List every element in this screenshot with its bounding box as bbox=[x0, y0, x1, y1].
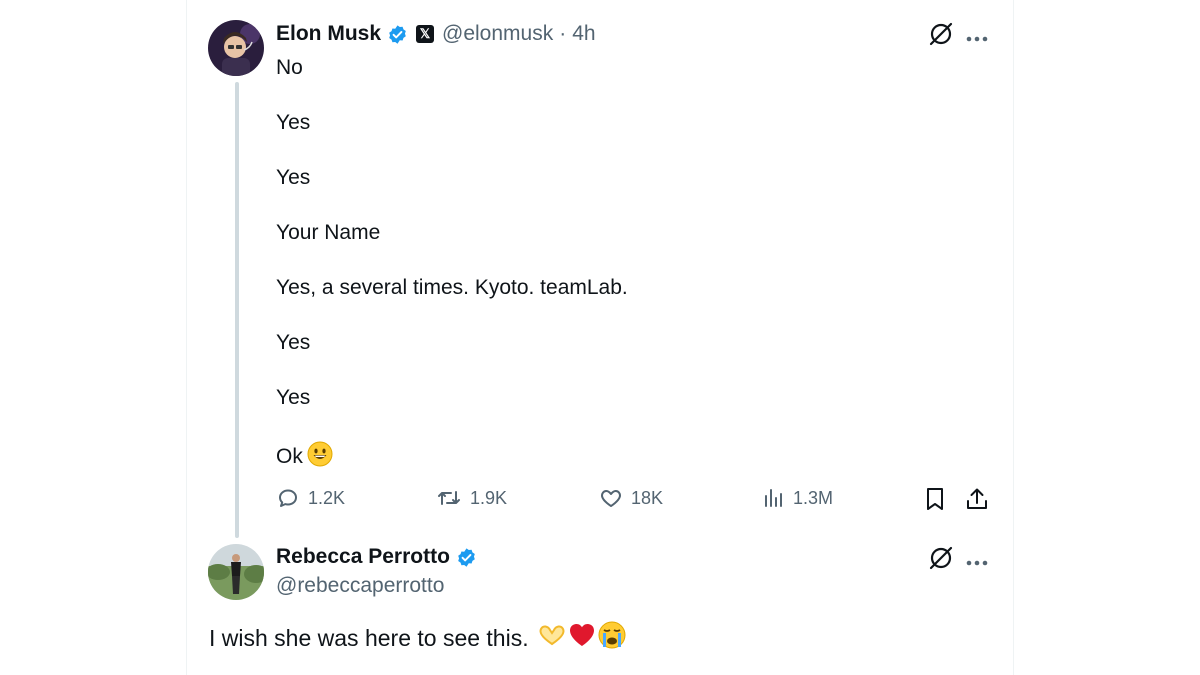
tweet-line: Your Name bbox=[276, 221, 381, 244]
x-logo-icon: 𝕏 bbox=[416, 25, 435, 43]
tweet-line: Yes bbox=[276, 111, 311, 134]
tweet-header: Elon Musk 𝕏 @elonmusk · 4h bbox=[276, 20, 596, 48]
tweet-line: Yes, a several times. Kyoto. teamLab. bbox=[276, 276, 628, 299]
tweet-line: Yes bbox=[276, 166, 311, 189]
reply-count: 1.2K bbox=[308, 487, 346, 508]
like-button[interactable]: 18K bbox=[599, 486, 663, 510]
tweet-time[interactable]: 4h bbox=[572, 22, 595, 46]
repost-count: 1.9K bbox=[470, 487, 508, 508]
bookmark-icon[interactable] bbox=[924, 486, 946, 517]
share-icon[interactable] bbox=[965, 486, 989, 517]
like-count: 18K bbox=[631, 487, 664, 508]
tweet-actions: 1.2K 1.9K 18K 1.3M bbox=[276, 486, 1006, 512]
crying-face-emoji bbox=[597, 620, 627, 656]
avatar-rebecca[interactable] bbox=[208, 544, 264, 600]
reply-button[interactable]: 1.2K bbox=[276, 486, 345, 510]
reply-author-name[interactable]: Rebecca Perrotto bbox=[276, 545, 450, 569]
verified-badge-icon bbox=[456, 547, 477, 568]
grok-icon[interactable] bbox=[928, 21, 954, 52]
reply-text: I wish she was here to see this. bbox=[209, 620, 627, 656]
header-separator: · bbox=[559, 22, 567, 45]
reply-author-handle[interactable]: @rebeccaperrotto bbox=[276, 574, 444, 598]
grinning-face-emoji bbox=[307, 441, 333, 473]
tweet-line: No bbox=[276, 56, 303, 79]
heart-hands-emoji bbox=[537, 622, 567, 654]
views-count: 1.3M bbox=[793, 487, 834, 508]
more-icon[interactable] bbox=[966, 30, 988, 48]
repost-button[interactable]: 1.9K bbox=[436, 486, 507, 510]
tweet-line: Yes bbox=[276, 331, 311, 354]
thread-line bbox=[235, 82, 239, 538]
more-icon[interactable] bbox=[966, 554, 988, 572]
tweet-line: Ok bbox=[276, 445, 303, 468]
tweet-line-last: Ok bbox=[276, 441, 333, 473]
reply-icon bbox=[279, 489, 297, 507]
reply-text-content: I wish she was here to see this. bbox=[209, 624, 529, 651]
avatar-elon[interactable] bbox=[208, 20, 264, 76]
author-handle[interactable]: @elonmusk bbox=[442, 22, 553, 46]
red-heart-emoji bbox=[568, 622, 596, 654]
tweet-line: Yes bbox=[276, 386, 311, 409]
author-name[interactable]: Elon Musk bbox=[276, 22, 381, 46]
like-icon bbox=[601, 490, 621, 507]
reply-header: Rebecca Perrotto bbox=[276, 543, 477, 571]
views-icon bbox=[765, 489, 782, 507]
views-button[interactable]: 1.3M bbox=[763, 486, 833, 510]
verified-badge-icon bbox=[387, 24, 408, 45]
timeline: Elon Musk 𝕏 @elonmusk · 4h No Yes Yes Yo… bbox=[186, 0, 1014, 675]
grok-icon[interactable] bbox=[928, 545, 954, 576]
repost-icon bbox=[438, 491, 460, 505]
